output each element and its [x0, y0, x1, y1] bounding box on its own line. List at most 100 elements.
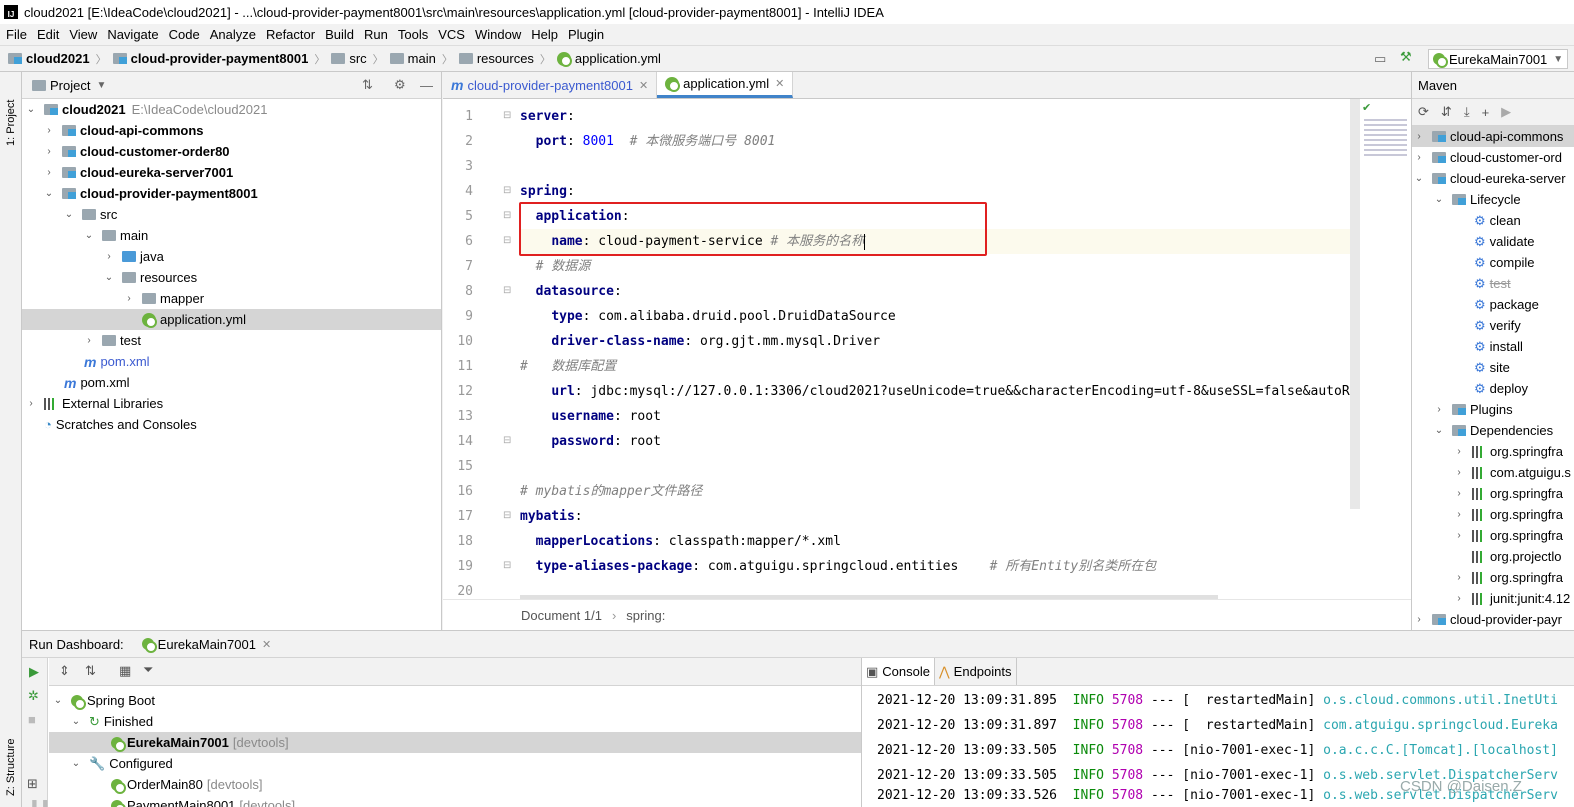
breadcrumb-item[interactable]: resources 〉 — [458, 51, 551, 67]
maven-item[interactable]: › cloud-provider-payr — [1412, 609, 1574, 630]
maven-dependency[interactable]: › junit:junit:4.12 — [1412, 588, 1574, 609]
group-by-icon[interactable]: ▦ — [119, 663, 131, 679]
maven-dependency[interactable]: › org.springfra — [1412, 525, 1574, 546]
fold-icon[interactable]: ⊟ — [503, 210, 511, 221]
run-config-selector[interactable]: EurekaMain7001 ▼ — [1428, 49, 1568, 69]
reimport-icon[interactable]: ⇵ — [1441, 104, 1452, 120]
close-icon[interactable]: ✕ — [262, 638, 271, 651]
run-tree-item[interactable]: PaymentMain8001 [devtools] — [49, 795, 861, 807]
menu-navigate[interactable]: Navigate — [103, 27, 162, 42]
maven-item[interactable]: ⌄ Dependencies — [1412, 420, 1574, 441]
run-icon[interactable]: ▶ — [1501, 104, 1511, 120]
refresh-icon[interactable]: ⟳ — [1418, 104, 1429, 120]
expand-all-icon[interactable]: ⇕ — [59, 663, 70, 679]
tab-endpoints[interactable]: ⋀ Endpoints — [935, 658, 1017, 685]
chevron-down-icon[interactable]: ▼ — [96, 80, 106, 91]
run-tree-item[interactable]: ⌄ ↻ Finished — [49, 711, 861, 732]
maven-goal[interactable]: ⚙ validate — [1412, 231, 1574, 252]
breadcrumb-item[interactable]: main 〉 — [389, 51, 453, 67]
run-tree-item[interactable]: ⌄ Spring Boot — [49, 690, 861, 711]
gear-icon[interactable]: ⚙ — [394, 77, 406, 93]
pause-icon[interactable]: ❚❚ — [29, 798, 51, 807]
maven-goal[interactable]: ⚙ install — [1412, 336, 1574, 357]
tree-item[interactable]: ⌄ cloud-provider-payment8001 — [22, 183, 441, 204]
collapse-all-icon[interactable]: ⇅ — [85, 663, 96, 679]
maven-item[interactable]: ⌄ cloud-eureka-server — [1412, 168, 1574, 189]
tree-item[interactable]: ⌄ main — [22, 225, 441, 246]
maven-goal[interactable]: ⚙ clean — [1412, 210, 1574, 231]
add-icon[interactable]: + — [1482, 105, 1490, 120]
maven-item[interactable]: › cloud-api-commons — [1412, 126, 1574, 147]
menu-build[interactable]: Build — [321, 27, 358, 42]
tree-item[interactable]: m pom.xml — [22, 351, 441, 372]
project-tool-tab[interactable]: 1: Project — [2, 78, 20, 168]
tree-item[interactable]: › java — [22, 246, 441, 267]
build-hammer-icon[interactable]: ⚒ — [1400, 49, 1412, 65]
structure-tool-tab[interactable]: Z: Structure — [2, 732, 20, 802]
menu-plugin[interactable]: Plugin — [564, 27, 608, 42]
menu-help[interactable]: Help — [527, 27, 562, 42]
run-icon[interactable]: ▶ — [29, 664, 39, 680]
maven-dependency[interactable]: org.projectlo — [1412, 546, 1574, 567]
debug-icon[interactable]: ✲ — [28, 688, 39, 704]
close-icon[interactable]: ✕ — [639, 79, 648, 92]
tab-application-yml[interactable]: application.yml ✕ — [657, 72, 794, 98]
maven-item[interactable]: › cloud-customer-ord — [1412, 147, 1574, 168]
maven-dependency[interactable]: › org.springfra — [1412, 441, 1574, 462]
maven-goal[interactable]: ⚙ package — [1412, 294, 1574, 315]
close-icon[interactable]: ✕ — [775, 77, 784, 90]
maven-dependency[interactable]: › org.springfra — [1412, 504, 1574, 525]
layout-icon[interactable]: ▭ — [1374, 51, 1386, 67]
tree-item[interactable]: › cloud-api-commons — [22, 120, 441, 141]
tree-item[interactable]: › cloud-eureka-server7001 — [22, 162, 441, 183]
tree-item[interactable]: m pom.xml — [22, 372, 441, 393]
tree-item-selected[interactable]: application.yml — [22, 309, 441, 330]
run-tree-item[interactable]: OrderMain80 [devtools] — [49, 774, 861, 795]
filter-icon[interactable]: ⏷ — [143, 662, 153, 678]
maven-dependency[interactable]: › org.springfra — [1412, 567, 1574, 588]
breadcrumb-item[interactable]: src 〉 — [331, 51, 384, 67]
maven-goal[interactable]: ⚙ deploy — [1412, 378, 1574, 399]
tree-item[interactable]: ⌄ cloud2021 E:\IdeaCode\cloud2021 — [22, 99, 441, 120]
menu-view[interactable]: View — [65, 27, 101, 42]
fold-icon[interactable]: ⊟ — [503, 510, 511, 521]
tab-pom[interactable]: m cloud-provider-payment8001 ✕ — [443, 72, 658, 98]
tree-item[interactable]: › cloud-customer-order80 — [22, 141, 441, 162]
fold-icon[interactable]: ⊟ — [503, 560, 511, 571]
menu-analyze[interactable]: Analyze — [206, 27, 260, 42]
menu-tools[interactable]: Tools — [394, 27, 432, 42]
minimize-icon[interactable]: — — [420, 78, 433, 93]
fold-icon[interactable]: ⊟ — [503, 435, 511, 446]
menu-file[interactable]: File — [2, 27, 31, 42]
tree-item[interactable]: ⌄ resources — [22, 267, 441, 288]
tree-item[interactable]: › mapper — [22, 288, 441, 309]
maven-item[interactable]: › Plugins — [1412, 399, 1574, 420]
code-area[interactable]: server: port: 8001 # 本微服务端口号 8001 spring… — [520, 99, 1350, 599]
download-icon[interactable]: ⤓ — [1464, 104, 1470, 120]
menu-edit[interactable]: Edit — [33, 27, 63, 42]
menu-run[interactable]: Run — [360, 27, 392, 42]
vertical-scrollbar[interactable] — [1350, 99, 1360, 509]
menu-code[interactable]: Code — [165, 27, 204, 42]
fold-icon[interactable]: ⊟ — [503, 110, 511, 121]
menu-refactor[interactable]: Refactor — [262, 27, 319, 42]
fold-icon[interactable]: ⊟ — [503, 235, 511, 246]
stop-icon[interactable]: ■ — [28, 712, 36, 727]
tab-console[interactable]: ▣ Console — [862, 658, 935, 685]
maven-goal[interactable]: ⚙ verify — [1412, 315, 1574, 336]
menu-vcs[interactable]: VCS — [434, 27, 469, 42]
breadcrumb-item[interactable]: cloud-provider-payment8001 〉 — [112, 51, 325, 67]
maven-dependency[interactable]: › org.springfra — [1412, 483, 1574, 504]
maven-dependency[interactable]: › com.atguigu.s — [1412, 462, 1574, 483]
tree-item[interactable]: ⌄ src — [22, 204, 441, 225]
maven-goal-skipped[interactable]: ⚙ test — [1412, 273, 1574, 294]
breadcrumb-item[interactable]: application.yml — [556, 51, 661, 67]
menu-window[interactable]: Window — [471, 27, 525, 42]
collapse-all-icon[interactable]: ⇅ — [362, 77, 373, 93]
breadcrumb-item[interactable]: cloud2021 〉 — [8, 51, 107, 67]
run-tree-item[interactable]: ⌄ 🔧 Configured — [49, 753, 861, 774]
fold-icon[interactable]: ⊟ — [503, 185, 511, 196]
tree-item[interactable]: › test — [22, 330, 441, 351]
maven-goal[interactable]: ⚙ compile — [1412, 252, 1574, 273]
run-tree-item-selected[interactable]: EurekaMain7001 [devtools] — [49, 732, 861, 753]
